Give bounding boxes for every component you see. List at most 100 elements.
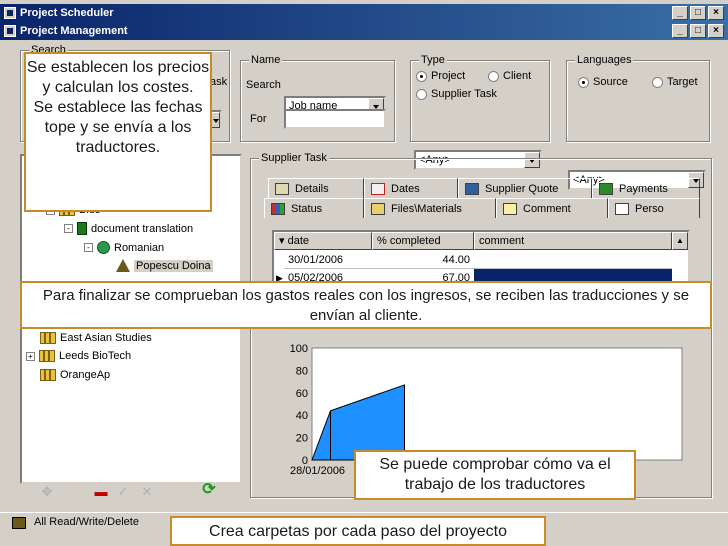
document-icon: [77, 222, 87, 235]
tree-item-orangeap[interactable]: OrangeAp: [40, 369, 110, 381]
inner-close-button[interactable]: ×: [708, 24, 724, 38]
for-label: For: [250, 113, 267, 125]
grid-header-date[interactable]: ▾ date: [274, 232, 372, 250]
tab-files-materials[interactable]: Files\Materials: [364, 198, 496, 218]
tab-comment[interactable]: Comment: [496, 198, 608, 218]
expand-icon[interactable]: +: [26, 351, 35, 361]
supplier-task-group-label: Supplier Task: [259, 152, 329, 164]
tree-item-label: Romanian: [114, 241, 165, 254]
comment-icon: [503, 202, 517, 215]
move-icon[interactable]: ✥: [40, 485, 54, 500]
outer-title-bar: Project Scheduler _ □ ×: [0, 4, 728, 22]
quote-icon: [465, 182, 479, 195]
header-label: % completed: [377, 235, 441, 247]
inner-title: Project Management: [20, 25, 128, 37]
languages-group-label: Languages: [575, 54, 634, 66]
inner-maximize-button[interactable]: □: [690, 24, 706, 38]
type-group-label: Type: [419, 54, 447, 66]
x-tick-label: 28/01/2006: [290, 465, 345, 477]
language-globe-icon: [97, 241, 110, 254]
tab-details[interactable]: Details: [268, 178, 364, 198]
tab-label: Details: [295, 182, 329, 195]
money-icon: [599, 182, 613, 195]
tree-item-label: document translation: [91, 222, 194, 235]
tab-label: Comment: [523, 202, 571, 215]
tree-item-label: East Asian Studies: [60, 332, 152, 344]
y-tick-label: 60: [296, 388, 308, 400]
grid-cell-comment[interactable]: [474, 251, 672, 269]
for-input[interactable]: [284, 109, 386, 129]
header-label: date: [287, 235, 309, 247]
tree-item-romanian[interactable]: - Romanian: [84, 241, 164, 254]
tab-label: Supplier Quote: [485, 182, 559, 195]
tab-label: Files\Materials: [391, 202, 462, 215]
tab-label: Payments: [619, 182, 668, 195]
lang-target-label: Target: [667, 76, 698, 88]
callout-progress: Se puede comprobar cómo va el trabajo de…: [354, 450, 636, 500]
tree-item-popescu-doina[interactable]: Popescu Doina: [116, 259, 213, 272]
callout-finalize: Para finalizar se comprueban los gastos …: [20, 281, 712, 329]
search-type-label: ask: [210, 76, 228, 88]
grid-header-pct[interactable]: % completed: [372, 232, 474, 250]
lang-source-label: Source: [593, 76, 628, 88]
tab-label: Status: [291, 202, 323, 215]
refresh-icon[interactable]: ⟳: [202, 482, 216, 498]
lang-target-radio[interactable]: Target: [652, 76, 698, 88]
tree-item-east-asian-studies[interactable]: East Asian Studies: [40, 332, 152, 344]
tab-dates[interactable]: Dates: [364, 178, 458, 198]
type-client-radio[interactable]: Client: [488, 70, 531, 82]
callout-costs: Se establecen los precios y calculan los…: [24, 52, 212, 212]
type-project-radio[interactable]: Project: [416, 70, 465, 82]
search-label: Search: [246, 79, 281, 91]
inner-title-bar: Project Management _ □ ×: [0, 22, 728, 40]
languages-group: Languages: [566, 54, 710, 142]
type-client-label: Client: [503, 70, 532, 82]
lang-source-radio[interactable]: Source: [578, 76, 628, 88]
cancel-icon[interactable]: ✕: [140, 485, 154, 500]
grid-cell-pct[interactable]: 44.00: [372, 251, 474, 269]
y-tick-label: 40: [296, 410, 308, 422]
tab-perso[interactable]: Perso: [608, 198, 700, 218]
type-supplier-task-radio[interactable]: Supplier Task: [416, 88, 497, 100]
grid-scroll-up-icon[interactable]: ▲: [672, 232, 688, 250]
remove-icon[interactable]: ▬: [94, 485, 108, 500]
folder-icon: [39, 350, 55, 362]
maximize-button[interactable]: □: [690, 6, 706, 20]
collapse-icon[interactable]: -: [64, 224, 73, 233]
check-icon[interactable]: ✓: [116, 485, 130, 500]
y-tick-label: 20: [296, 433, 308, 445]
tree-item-label: Leeds BioTech: [59, 350, 132, 362]
permissions-icon: [12, 517, 26, 529]
tree-item-document-translation[interactable]: - document translation: [64, 222, 193, 235]
minimize-button[interactable]: _: [672, 6, 688, 20]
y-tick-label: 100: [290, 343, 308, 355]
outer-title: Project Scheduler: [20, 7, 114, 19]
type-supplier-task-label: Supplier Task: [431, 88, 497, 100]
tree-item-leeds-biotech[interactable]: + Leeds BioTech: [26, 350, 131, 362]
permissions-text: All Read/Write/Delete: [34, 516, 139, 528]
collapse-icon[interactable]: -: [84, 243, 93, 252]
close-button[interactable]: ×: [708, 6, 724, 20]
pencil-icon: [615, 202, 629, 215]
translator-icon: [116, 259, 130, 272]
y-tick-label: 80: [296, 365, 308, 377]
inner-minimize-button[interactable]: _: [672, 24, 688, 38]
folder-icon: [40, 332, 56, 344]
grid-header-comment[interactable]: comment: [474, 232, 672, 250]
tab-payments[interactable]: Payments: [592, 178, 700, 198]
header-label: comment: [479, 235, 525, 247]
tab-supplier-quote[interactable]: Supplier Quote: [458, 178, 592, 198]
grid-cell-date[interactable]: 30/01/2006: [284, 251, 372, 269]
status-chart-icon: [271, 202, 285, 215]
tab-status[interactable]: Status: [264, 198, 364, 218]
type-project-label: Project: [431, 70, 466, 82]
details-icon: [275, 182, 289, 195]
name-group-label: Name: [249, 54, 283, 66]
tab-label: Dates: [391, 182, 420, 195]
folder-icon: [40, 369, 56, 381]
files-icon: [371, 202, 385, 215]
callout-folders: Crea carpetas por cada paso del proyecto: [170, 516, 546, 546]
window-icon: [4, 25, 16, 37]
tab-label: Perso: [635, 202, 664, 215]
calendar-icon: [371, 182, 385, 195]
